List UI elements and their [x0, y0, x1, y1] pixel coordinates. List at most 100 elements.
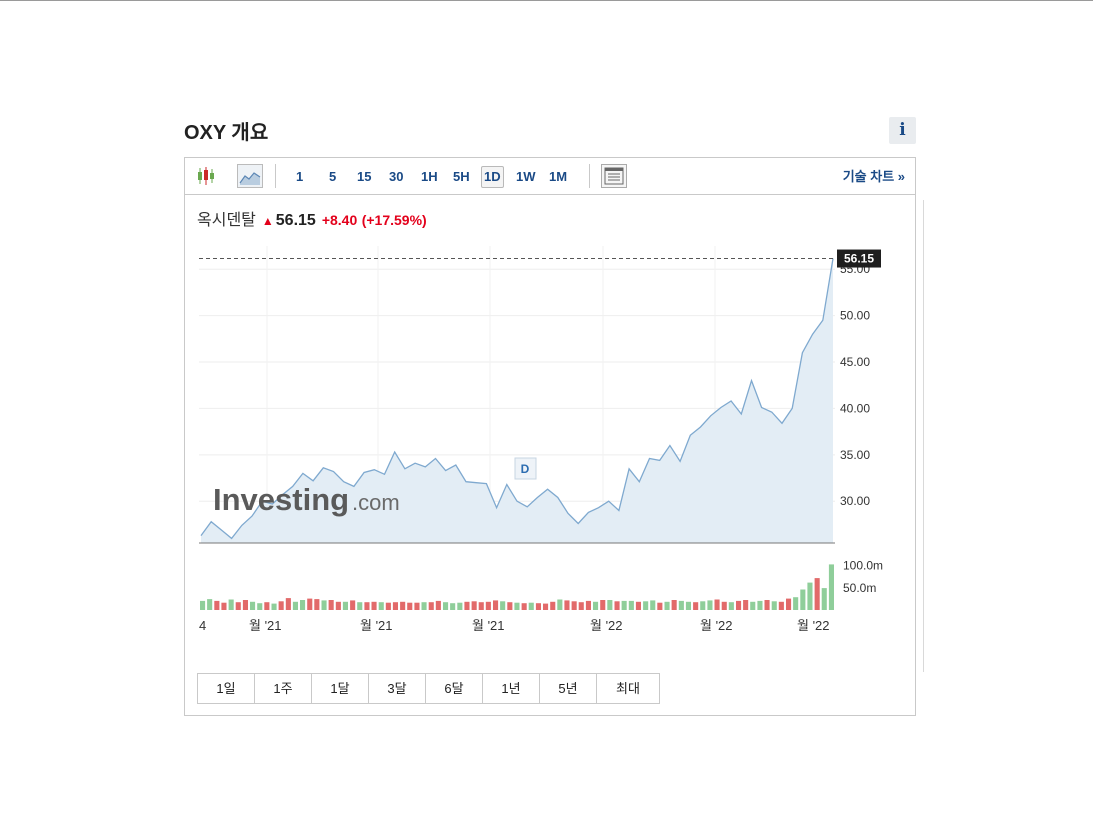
- page-title: OXY 개요: [184, 122, 269, 144]
- volume-bar: [786, 598, 792, 610]
- volume-bar: [392, 602, 398, 610]
- volume-bar: [285, 598, 291, 610]
- volume-bar: [743, 600, 749, 610]
- volume-bar: [635, 601, 641, 610]
- volume-bar: [757, 600, 763, 610]
- volume-bar: [771, 601, 777, 610]
- top-border: [0, 0, 1093, 1]
- volume-bar: [671, 600, 677, 610]
- last-price-label: 56.15: [844, 252, 874, 266]
- volume-bar: [271, 603, 277, 610]
- volume-bar: [385, 602, 391, 610]
- volume-bar: [793, 597, 799, 610]
- volume-bar: [250, 601, 256, 610]
- watermark-suffix: .com: [352, 490, 400, 515]
- info-icon[interactable]: i: [889, 117, 916, 144]
- x-tick-label: 월 '22: [590, 618, 623, 633]
- volume-bar: [728, 602, 734, 610]
- range-1w[interactable]: 1주: [255, 674, 312, 703]
- x-tick-label: 월 '21: [249, 618, 282, 633]
- volume-bar: [707, 600, 713, 610]
- volume-bar: [650, 600, 656, 610]
- volume-bar: [800, 589, 806, 610]
- range-1d[interactable]: 1일: [198, 674, 255, 703]
- volume-bar: [685, 601, 691, 610]
- volume-bar: [228, 599, 234, 610]
- dividend-marker-label: D: [521, 462, 530, 476]
- volume-bar: [278, 601, 284, 610]
- volume-bar: [657, 602, 663, 610]
- volume-bar: [300, 600, 306, 610]
- volume-bar: [314, 599, 320, 610]
- volume-bar: [335, 601, 341, 610]
- volume-bar: [307, 598, 313, 610]
- volume-tick-label: 100.0m: [843, 558, 883, 572]
- range-3m[interactable]: 3달: [369, 674, 426, 703]
- volume-bar: [400, 601, 406, 610]
- volume-bar: [621, 600, 627, 610]
- volume-bar: [664, 601, 670, 610]
- volume-bar: [221, 602, 227, 610]
- volume-bar: [421, 602, 427, 610]
- volume-bar: [764, 600, 770, 610]
- volume-bar: [557, 599, 563, 610]
- volume-bar: [364, 602, 370, 610]
- volume-bar: [736, 600, 742, 610]
- volume-bar: [428, 602, 434, 610]
- x-tick-label: 월 '21: [360, 618, 393, 633]
- volume-bar: [464, 601, 470, 610]
- volume-bar: [214, 600, 220, 610]
- volume-bar: [257, 603, 263, 610]
- volume-bar: [807, 582, 813, 610]
- volume-bar: [321, 600, 327, 610]
- range-6m[interactable]: 6달: [426, 674, 483, 703]
- volume-bar: [600, 600, 606, 610]
- range-1y[interactable]: 1년: [483, 674, 540, 703]
- volume-bar: [750, 601, 756, 610]
- volume-bar: [828, 564, 834, 610]
- y-tick-label: 35.00: [840, 448, 870, 462]
- range-5y[interactable]: 5년: [540, 674, 597, 703]
- volume-bar: [378, 602, 384, 610]
- dividend-marker: D: [514, 457, 537, 480]
- range-1m[interactable]: 1달: [312, 674, 369, 703]
- volume-bar: [357, 602, 363, 610]
- volume-bar: [207, 599, 213, 610]
- volume-bar: [821, 588, 827, 610]
- volume-bar: [543, 603, 549, 610]
- volume-bar: [614, 601, 620, 610]
- price-chart[interactable]: 30.0035.0040.0045.0050.0055.00 Investing…: [185, 158, 915, 658]
- volume-bar: [814, 578, 820, 610]
- volume-bar: [507, 602, 513, 610]
- y-tick-label: 40.00: [840, 401, 870, 415]
- price-y-axis: 30.0035.0040.0045.0050.0055.00: [840, 262, 870, 508]
- y-tick-label: 30.00: [840, 494, 870, 508]
- volume-bar: [521, 603, 527, 610]
- volume-bar: [721, 601, 727, 610]
- volume-bar: [485, 601, 491, 610]
- volume-bars: [200, 564, 834, 610]
- volume-bar: [493, 600, 499, 610]
- volume-bar: [414, 602, 420, 610]
- volume-bar: [292, 601, 298, 610]
- page-scrollbar[interactable]: [923, 200, 924, 672]
- x-tick-label: 월 '22: [700, 618, 733, 633]
- last-price-marker: 56.15: [199, 249, 881, 268]
- volume-bar: [264, 602, 270, 610]
- volume-bar: [585, 600, 591, 610]
- volume-bar: [778, 601, 784, 610]
- x-tick-label: 월 '21: [472, 618, 505, 633]
- volume-bar: [578, 602, 584, 610]
- volume-bar: [593, 601, 599, 610]
- volume-bar: [571, 601, 577, 610]
- volume-bar: [528, 602, 534, 610]
- volume-bar: [371, 601, 377, 610]
- x-axis: 4 월 '21 월 '21 월 '21 월 '22 월 '22 월 '22: [199, 618, 830, 633]
- volume-tick-label: 50.0m: [843, 581, 876, 595]
- x-tick-label: 월 '22: [797, 618, 830, 633]
- range-selector: 1일 1주 1달 3달 6달 1년 5년 최대: [197, 673, 660, 704]
- volume-bar: [693, 602, 699, 610]
- volume-bar: [443, 602, 449, 610]
- range-max[interactable]: 최대: [597, 674, 659, 703]
- volume-bar: [643, 601, 649, 610]
